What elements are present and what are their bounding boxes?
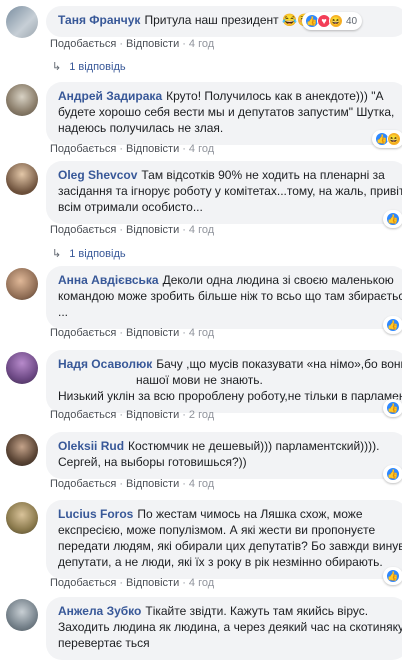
comment-text-line: передати людям, які обирали цих депутаті… [58, 539, 402, 553]
avatar[interactable] [6, 84, 38, 116]
like-icon: 👍 [386, 212, 400, 226]
reply-link[interactable]: Відповісти [126, 143, 179, 155]
reactions-badge[interactable]: 👍 ♥ 😆 40 [302, 12, 363, 30]
reactions-badge[interactable]: 👍 [383, 465, 402, 483]
comment-text-line: будете хорошо себя вести мы и депутатов … [58, 105, 395, 119]
comment-author[interactable]: Анна Авдієвська [58, 273, 159, 287]
haha-icon: 😆 [387, 132, 401, 146]
comment-actions: Подобається · Відповісти · 4 год [50, 327, 215, 339]
comment-text-line: всім отримали особисто... [58, 200, 203, 214]
avatar[interactable] [6, 434, 38, 466]
like-link[interactable]: Подобається [50, 224, 116, 236]
replies-count[interactable]: 1 відповідь [69, 248, 125, 260]
like-icon: 👍 [386, 318, 400, 332]
reply-link[interactable]: Відповісти [126, 478, 179, 490]
comment-bubble: Андрей Задирака Круто! Получилось как в а… [46, 82, 402, 145]
view-replies-link[interactable]: ↳ 1 відповідь [52, 247, 126, 260]
comment-actions: Подобається · Відповісти · 2 год [50, 409, 215, 421]
avatar[interactable] [6, 502, 38, 534]
reactions-badge[interactable]: 👍 [383, 316, 402, 334]
avatar[interactable] [6, 599, 38, 631]
reply-link[interactable]: Відповісти [126, 224, 179, 236]
comment-text-line: засідання та ігнорує роботу у комітетах.… [58, 184, 402, 198]
like-icon: 👍 [386, 569, 400, 583]
reactions-badge[interactable]: 👍 [383, 567, 402, 585]
reactions-badge[interactable]: 👍 [383, 399, 402, 417]
replies-count[interactable]: 1 відповідь [69, 61, 125, 73]
comment-actions: Подобається · Відповісти · 4 год [50, 38, 215, 50]
reply-arrow-icon: ↳ [52, 248, 62, 260]
comment-actions: Подобається · Відповісти · 4 год [50, 143, 215, 155]
comment-text-line: Бачу ,що мусів показувати «на німо»,бо в… [156, 357, 402, 371]
comment-time[interactable]: 4 год [189, 478, 214, 490]
comment-time[interactable]: 4 год [189, 143, 214, 155]
reply-link[interactable]: Відповісти [126, 409, 179, 421]
comment-time[interactable]: 4 год [189, 38, 214, 50]
comment-text-line: Тікайте звідти. Кажуть там якийсь вірус. [145, 604, 369, 618]
comment-text-line: Там відсотків 90% не ходить на пленарні … [141, 168, 385, 182]
comment-bubble: Анна Авдієвська Деколи одна людина зі сво… [46, 266, 402, 329]
like-icon: 👍 [386, 467, 400, 481]
comment-bubble: Надя Осаволюк Бачу ,що мусів показувати «… [46, 350, 402, 413]
comment-time[interactable]: 4 год [189, 577, 214, 589]
avatar[interactable] [6, 6, 38, 38]
reactions-badge[interactable]: 👍 😆 [372, 130, 402, 148]
comment-text-line: нашої мови не знають. [136, 373, 263, 387]
reply-link[interactable]: Відповісти [126, 38, 179, 50]
comment-actions: Подобається · Відповісти · 4 год [50, 577, 215, 589]
comment-text-line: ... [58, 305, 69, 319]
comment-bubble: Oleksii Rud Костюмчик не дешевый))) парла… [46, 432, 402, 479]
comment-author[interactable]: Oleksii Rud [58, 439, 124, 453]
reactions-badge[interactable]: 👍 [383, 210, 402, 228]
comment-actions: Подобається · Відповісти · 4 год [50, 478, 215, 490]
comment-text-line: Сергей, на выборы готовишься?)) [58, 455, 247, 469]
comment-text-line: надеюсь получилась не злая. [58, 121, 224, 135]
like-link[interactable]: Подобається [50, 478, 116, 490]
like-link[interactable]: Подобається [50, 143, 116, 155]
comment-text-line: Низький уклін за всю пророблену роботу,н… [58, 389, 402, 403]
comment-author[interactable]: Андрей Задирака [58, 89, 162, 103]
avatar[interactable] [6, 268, 38, 300]
comment-time[interactable]: 2 год [189, 409, 214, 421]
comment-text-line: Костюмчик не дешевый))) парламентский)))… [128, 439, 380, 453]
comment-text-line: По жестам чимось на Ляшка схож, може [137, 507, 363, 521]
like-link[interactable]: Подобається [50, 409, 116, 421]
comment-author[interactable]: Oleg Shevcov [58, 168, 137, 182]
comment-time[interactable]: 4 год [189, 327, 214, 339]
avatar[interactable] [6, 352, 38, 384]
comment-text: Притула наш президент 😂😚 [144, 13, 312, 27]
view-replies-link[interactable]: ↳ 1 відповідь [52, 60, 126, 73]
reply-link[interactable]: Відповісти [126, 577, 179, 589]
like-icon: 👍 [386, 401, 400, 415]
comment-bubble: Oleg Shevcov Там відсотків 90% не ходить … [46, 161, 402, 224]
comment-actions: Подобається · Відповісти · 4 год [50, 224, 215, 236]
comment-text-line: Круто! Получилось как в анекдоте))) "А [166, 89, 384, 103]
like-link[interactable]: Подобається [50, 577, 116, 589]
comment-bubble: Lucius Foros По жестам чимось на Ляшка сх… [46, 500, 402, 579]
comment-bubble: Анжела Зубко Тікайте звідти. Кажуть там я… [46, 597, 402, 660]
comment-text-line: Заходить людина як людина, а через деяки… [58, 620, 402, 634]
comment-author[interactable]: Анжела Зубко [58, 604, 141, 618]
reply-link[interactable]: Відповісти [126, 327, 179, 339]
comment-text-line: експресією, може популізмом. А які жести… [58, 523, 376, 537]
comment-author[interactable]: Lucius Foros [58, 507, 133, 521]
like-link[interactable]: Подобається [50, 327, 116, 339]
reaction-count: 40 [346, 15, 358, 27]
comment-text-line: перевертає ться [58, 636, 150, 650]
comment-text-line: командою може зробить більше ніж то всьо… [58, 289, 402, 303]
comment-time[interactable]: 4 год [189, 224, 214, 236]
like-link[interactable]: Подобається [50, 38, 116, 50]
haha-icon: 😆 [329, 14, 343, 28]
comment-author[interactable]: Надя Осаволюк [58, 357, 152, 371]
avatar[interactable] [6, 163, 38, 195]
comment-text-line: Деколи одна людина зі своєю маленькою [162, 273, 394, 287]
reply-arrow-icon: ↳ [52, 61, 62, 73]
comment-author[interactable]: Таня Франчук [58, 13, 140, 27]
comment-text-line: депутати, а не люди, які їх з року в рік… [58, 555, 383, 569]
